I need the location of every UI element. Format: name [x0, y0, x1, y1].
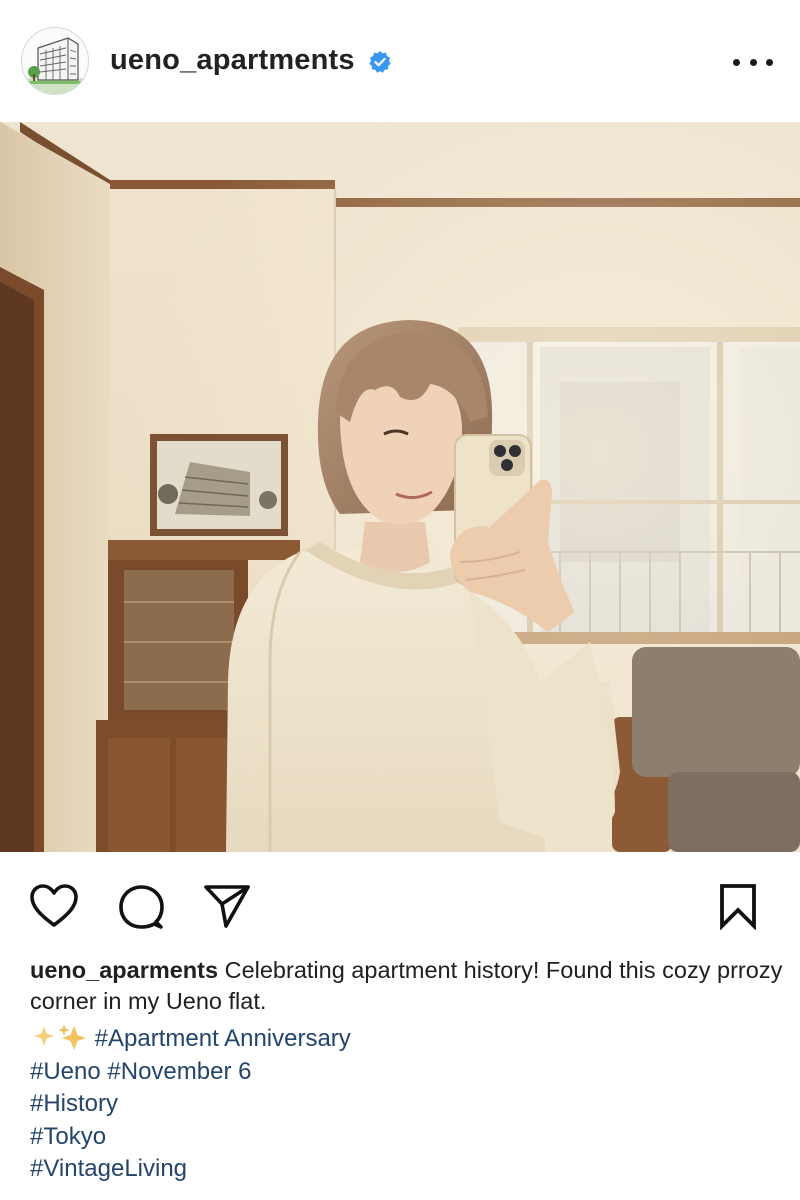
post-photo[interactable]	[0, 122, 800, 852]
post-action-bar	[0, 852, 800, 952]
bookmark-icon	[720, 884, 756, 930]
hashtag-history[interactable]: #History	[30, 1090, 118, 1117]
save-button[interactable]	[712, 880, 764, 932]
more-dot-icon	[733, 58, 740, 66]
verified-badge-icon	[369, 51, 391, 73]
hashtag-line: #Tokyo	[30, 1121, 351, 1154]
apartment-building-icon	[22, 37, 88, 94]
hashtag-list: #Apartment Anniversary #Ueno #November 6…	[30, 1022, 351, 1186]
hashtag-line: #VintageLiving	[30, 1153, 351, 1186]
mirror-selfie-image	[0, 122, 800, 852]
post-header: ueno_apartments	[0, 0, 800, 122]
hashtag-line: #Ueno #November 6	[30, 1056, 351, 1089]
hashtag-apartment-anniversary[interactable]: #Apartment Anniversary	[95, 1025, 351, 1052]
comment-icon	[119, 885, 164, 929]
hashtag-line: #Apartment Anniversary	[30, 1022, 351, 1056]
more-dot-icon	[749, 58, 757, 66]
heart-icon	[30, 884, 78, 927]
hashtag-vintage-living[interactable]: #VintageLiving	[30, 1155, 187, 1182]
more-dot-icon	[766, 58, 773, 66]
avatar[interactable]	[21, 27, 89, 95]
hashtag-ueno[interactable]: #Ueno	[30, 1058, 101, 1085]
hashtag-line: #History	[30, 1088, 351, 1121]
share-button[interactable]	[201, 880, 253, 932]
like-button[interactable]	[28, 880, 80, 932]
sparkles-icon	[34, 1024, 86, 1050]
hashtag-tokyo[interactable]: #Tokyo	[30, 1123, 106, 1150]
post-username[interactable]: ueno_apartments	[110, 44, 355, 77]
comment-button[interactable]	[115, 880, 167, 932]
post-caption: ueno_aparments Celebrating apartment his…	[30, 955, 785, 1017]
more-options-button[interactable]	[733, 48, 773, 76]
send-icon	[204, 885, 250, 928]
hashtag-november-6[interactable]: #November 6	[107, 1058, 251, 1085]
caption-username[interactable]: ueno_aparments	[30, 957, 218, 983]
